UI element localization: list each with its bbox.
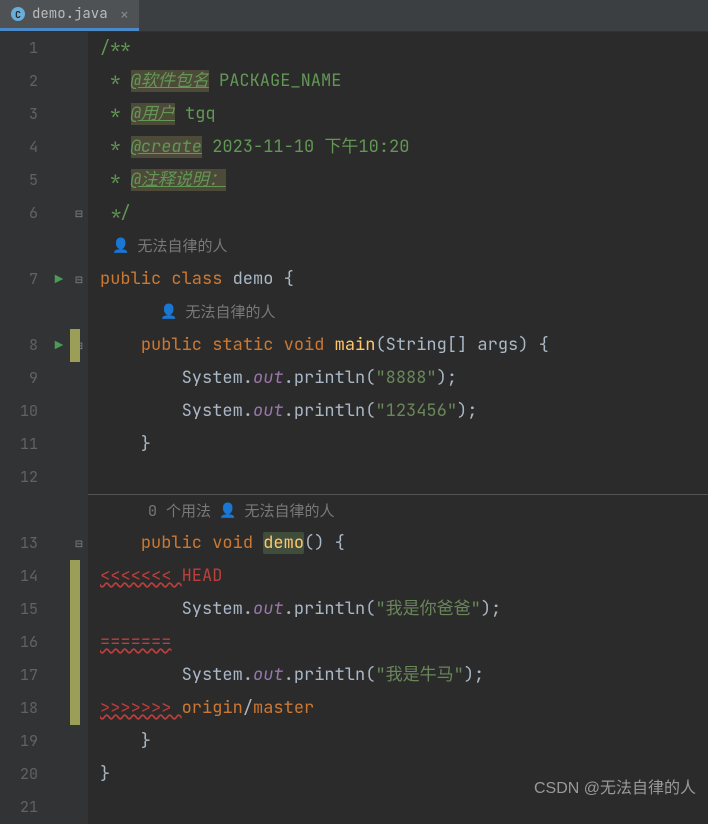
line-number: 8 (0, 296, 38, 362)
line-number: 14 (0, 560, 38, 593)
person-icon: 👤 (112, 230, 129, 263)
usages-hint: 0 个用法👤无法自律的人 (88, 494, 708, 527)
line-number: 19 (0, 725, 38, 758)
line-number: 21 (0, 791, 38, 824)
tab-bar: C demo.java × (0, 0, 708, 32)
line-number: 6 (0, 197, 38, 230)
doc-tag: @用户 (131, 103, 175, 125)
line-number: 18 (0, 692, 38, 725)
line-number: 17 (0, 659, 38, 692)
run-gutter: ▶ ▶ (48, 32, 70, 824)
line-number: 1 (0, 32, 38, 65)
line-number: 2 (0, 65, 38, 98)
code-editor[interactable]: 1 2 3 4 5 6 7 8 9 10 11 12 13 14 15 16 1… (0, 32, 708, 824)
tab-label: demo.java (32, 5, 108, 23)
person-icon: 👤 (160, 296, 177, 329)
line-number: 10 (0, 395, 38, 428)
merge-conflict-marker: <<<<<<< (100, 565, 182, 587)
author-hint: 👤无法自律的人 (100, 230, 708, 263)
line-number: 15 (0, 593, 38, 626)
run-class-icon[interactable]: ▶ (48, 263, 70, 296)
comment: /** (100, 37, 131, 59)
line-number: 20 (0, 758, 38, 791)
line-number: 11 (0, 428, 38, 461)
tab-demo-java[interactable]: C demo.java × (0, 0, 139, 31)
code-area[interactable]: /** * @软件包名 PACKAGE_NAME * @用户 tgq * @cr… (88, 32, 708, 824)
doc-tag: @软件包名 (131, 70, 209, 92)
doc-tag: @注释说明： (131, 169, 226, 191)
person-icon: 👤 (219, 495, 236, 528)
line-number: 4 (0, 131, 38, 164)
watermark: CSDN @无法自律的人 (534, 774, 696, 798)
line-number: 5 (0, 164, 38, 197)
merge-conflict-marker: ======= (100, 631, 171, 653)
line-number-gutter: 1 2 3 4 5 6 7 8 9 10 11 12 13 14 15 16 1… (0, 32, 48, 824)
svg-text:C: C (15, 8, 21, 21)
merge-conflict-marker: >>>>>>> (100, 697, 182, 719)
doc-tag: @create (131, 136, 202, 158)
change-marker (70, 560, 80, 725)
change-marker (70, 329, 80, 362)
run-main-icon[interactable]: ▶ (48, 329, 70, 362)
java-file-icon: C (10, 6, 26, 22)
line-number: 7 (0, 230, 38, 296)
author-hint: 👤无法自律的人 (100, 296, 708, 329)
line-number: 3 (0, 98, 38, 131)
close-icon[interactable]: × (120, 4, 130, 25)
line-number: 9 (0, 362, 38, 395)
line-number: 12 (0, 461, 38, 494)
fold-icon[interactable]: ⊟ (70, 263, 88, 296)
line-number: 16 (0, 626, 38, 659)
comment: */ (100, 202, 131, 224)
fold-icon[interactable]: ⊟ (70, 197, 88, 230)
line-number: 13 (0, 494, 38, 560)
fold-icon[interactable]: ⊟ (70, 527, 88, 560)
